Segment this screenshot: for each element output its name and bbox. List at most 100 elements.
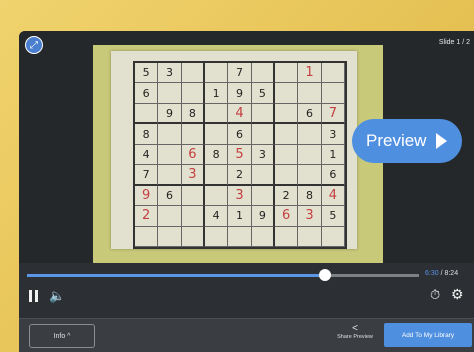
progress-bar[interactable] <box>27 269 419 281</box>
sudoku-cell: 4 <box>135 144 159 166</box>
sudoku-cell: 4 <box>205 206 229 227</box>
info-button[interactable]: Info ^ <box>29 324 95 348</box>
gear-icon[interactable]: ⚙ <box>451 286 464 303</box>
sudoku-cell: 5 <box>135 63 159 84</box>
sudoku-cell <box>275 83 299 104</box>
bottom-bar: Info ^ < Share Preview Add To My Library <box>19 318 474 352</box>
sudoku-cell: 8 <box>181 103 205 125</box>
sudoku-cell <box>321 63 345 84</box>
slide-counter: Slide 1 / 2 <box>438 39 470 46</box>
sudoku-cell: 3 <box>158 63 182 84</box>
sudoku-cell: 4 <box>228 103 252 125</box>
sudoku-cell <box>205 185 229 207</box>
sudoku-cell <box>205 103 229 125</box>
timer-icon[interactable]: ⏱ <box>430 287 440 303</box>
sudoku-cell <box>298 124 322 145</box>
sudoku-cell <box>158 124 182 145</box>
sudoku-cell <box>135 226 159 247</box>
share-icon: < <box>352 323 358 334</box>
sudoku-cell: 6 <box>228 124 252 145</box>
sudoku-cell: 1 <box>298 63 322 84</box>
sudoku-cell: 9 <box>158 103 182 125</box>
video-player: 537161959846786346853173269632842419635 … <box>19 31 474 352</box>
sudoku-cell: 3 <box>228 185 252 207</box>
sudoku-cell <box>158 144 182 166</box>
pause-icon[interactable] <box>29 290 39 302</box>
sudoku-cell <box>321 83 345 104</box>
sudoku-cell <box>205 63 229 84</box>
sudoku-cell: 8 <box>135 124 159 145</box>
sudoku-cell: 9 <box>251 206 275 227</box>
sudoku-cell <box>181 206 205 227</box>
sudoku-cell <box>158 226 182 247</box>
sudoku-cell: 3 <box>298 206 322 227</box>
preview-button[interactable]: Preview <box>352 119 462 163</box>
sudoku-cell: 6 <box>321 165 345 186</box>
progress-knob[interactable] <box>318 269 331 281</box>
current-time: 6:30 <box>425 270 439 277</box>
sudoku-cell <box>158 165 182 186</box>
sudoku-cell: 3 <box>321 124 345 145</box>
sudoku-grid: 537161959846786346853173269632842419635 <box>133 61 347 249</box>
sudoku-cell: 4 <box>321 185 345 207</box>
sudoku-cell: 3 <box>251 144 275 166</box>
sudoku-cell <box>251 165 275 186</box>
sudoku-cell <box>321 226 345 247</box>
sudoku-cell: 1 <box>205 83 229 104</box>
volume-icon[interactable]: 🔈 <box>49 288 65 304</box>
time-readout: 6:30 / 8:24 <box>425 270 458 277</box>
sudoku-cell <box>275 226 299 247</box>
sudoku-cell: 6 <box>158 185 182 207</box>
sudoku-cell <box>158 83 182 104</box>
sudoku-cell: 7 <box>228 63 252 84</box>
sudoku-cell: 6 <box>275 206 299 227</box>
sudoku-cell <box>205 226 229 247</box>
sudoku-cell: 3 <box>181 165 205 186</box>
sudoku-cell <box>298 226 322 247</box>
sudoku-cell <box>275 165 299 186</box>
total-time: 8:24 <box>444 270 459 277</box>
sudoku-cell <box>251 63 275 84</box>
sudoku-cell: 6 <box>135 83 159 104</box>
sudoku-cell <box>298 144 322 166</box>
sudoku-cell: 7 <box>135 165 159 186</box>
sudoku-cell: 8 <box>205 144 229 166</box>
sudoku-cell: 8 <box>298 185 322 207</box>
sudoku-cell <box>298 83 322 104</box>
sudoku-cell: 6 <box>298 103 322 125</box>
sudoku-cell: 1 <box>228 206 252 227</box>
sudoku-cell: 2 <box>275 185 299 207</box>
sudoku-cell <box>205 124 229 145</box>
sudoku-cell <box>228 226 252 247</box>
sudoku-cell <box>205 165 229 186</box>
expand-icon[interactable]: ⤢ <box>25 36 43 54</box>
sudoku-cell: 1 <box>321 144 345 166</box>
add-to-library-button[interactable]: Add To My Library <box>384 323 472 347</box>
sudoku-cell: 6 <box>181 144 205 166</box>
sudoku-cell: 5 <box>251 83 275 104</box>
preview-label: Preview <box>366 131 427 150</box>
sudoku-cell <box>158 206 182 227</box>
sudoku-cell <box>251 103 275 125</box>
sudoku-cell <box>275 144 299 166</box>
sudoku-cell: 9 <box>135 185 159 207</box>
sudoku-cell <box>181 83 205 104</box>
sudoku-cell: 7 <box>321 103 345 125</box>
sudoku-cell: 2 <box>228 165 252 186</box>
sudoku-cell: 2 <box>135 206 159 227</box>
progress-fill <box>27 274 325 277</box>
sudoku-sheet: 537161959846786346853173269632842419635 <box>111 51 357 249</box>
sudoku-cell <box>181 226 205 247</box>
sudoku-cell <box>181 185 205 207</box>
sudoku-cell <box>251 124 275 145</box>
sudoku-cell: 5 <box>321 206 345 227</box>
play-triangle-icon <box>436 133 448 149</box>
sudoku-cell <box>298 165 322 186</box>
sudoku-cell <box>275 63 299 84</box>
sudoku-cell: 5 <box>228 144 252 166</box>
sudoku-cell <box>135 103 159 125</box>
sudoku-cell <box>251 185 275 207</box>
sudoku-cell <box>251 226 275 247</box>
sudoku-cell <box>275 124 299 145</box>
share-preview-button[interactable]: < Share Preview <box>332 323 378 340</box>
